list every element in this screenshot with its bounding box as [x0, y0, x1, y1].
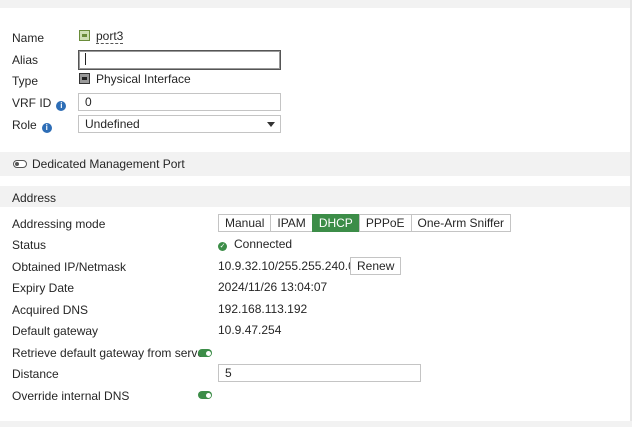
renew-button[interactable]: Renew [350, 257, 402, 275]
default-gateway-label: Default gateway [12, 324, 99, 338]
override-dns-toggle[interactable] [198, 391, 212, 399]
acquired-dns-label: Acquired DNS [12, 303, 89, 317]
mode-dhcp[interactable]: DHCP [311, 214, 360, 232]
address-section-title: Address [12, 191, 57, 205]
type-label: Type [12, 74, 39, 88]
alias-input[interactable] [78, 50, 281, 70]
default-gateway-value: 10.9.47.254 [218, 323, 282, 337]
address-section-header [0, 186, 630, 207]
override-dns-label: Override internal DNS [12, 389, 130, 403]
type-text: Physical Interface [96, 72, 191, 86]
dedicated-mgmt-label: Dedicated Management Port [32, 157, 185, 171]
text-caret [85, 53, 86, 65]
type-value: Physical Interface [79, 71, 191, 87]
status-value: ✓ Connected [218, 236, 292, 252]
vrf-input[interactable]: 0 [78, 93, 281, 111]
bottom-divider [0, 421, 632, 427]
status-label: Status [12, 238, 47, 252]
info-icon[interactable]: i [56, 101, 67, 111]
alias-label: Alias [12, 53, 39, 67]
vrf-label-text: VRF ID [12, 96, 52, 110]
vrf-label: VRF ID i [12, 96, 67, 111]
retrieve-gateway-toggle[interactable] [198, 349, 212, 357]
distance-input[interactable]: 5 [218, 364, 421, 382]
expiry-date-value: 2024/11/26 13:04:07 [218, 280, 328, 294]
top-divider [0, 0, 632, 8]
mode-manual[interactable]: Manual [218, 214, 272, 232]
name-value: port3 [79, 28, 124, 44]
connected-icon: ✓ [218, 242, 227, 251]
addressing-mode-label: Addressing mode [12, 217, 106, 231]
expiry-date-label: Expiry Date [12, 281, 75, 295]
port-name: port3 [96, 29, 124, 44]
mode-ipam[interactable]: IPAM [270, 214, 313, 232]
addressing-mode-selector: Manual IPAM DHCP PPPoE One-Arm Sniffer [218, 214, 512, 232]
role-value: Undefined [85, 117, 140, 131]
obtained-ip-label: Obtained IP/Netmask [12, 260, 127, 274]
role-label-text: Role [12, 118, 37, 132]
dedicated-mgmt-toggle[interactable] [13, 160, 27, 168]
retrieve-gateway-label: Retrieve default gateway from server [12, 346, 209, 360]
mode-pppoe[interactable]: PPPoE [358, 214, 412, 232]
distance-label: Distance [12, 367, 59, 381]
obtained-ip-value: 10.9.32.10/255.255.240.0 [218, 259, 355, 273]
name-label: Name [12, 31, 45, 45]
role-select[interactable]: Undefined [78, 115, 281, 133]
acquired-dns-value: 192.168.113.192 [218, 302, 308, 316]
role-label: Role i [12, 118, 52, 133]
mode-one-arm-sniffer[interactable]: One-Arm Sniffer [410, 214, 512, 232]
physical-interface-icon [79, 73, 90, 84]
info-icon[interactable]: i [41, 123, 52, 133]
port-icon [79, 30, 90, 41]
status-text: Connected [234, 237, 293, 251]
chevron-down-icon [267, 122, 275, 127]
